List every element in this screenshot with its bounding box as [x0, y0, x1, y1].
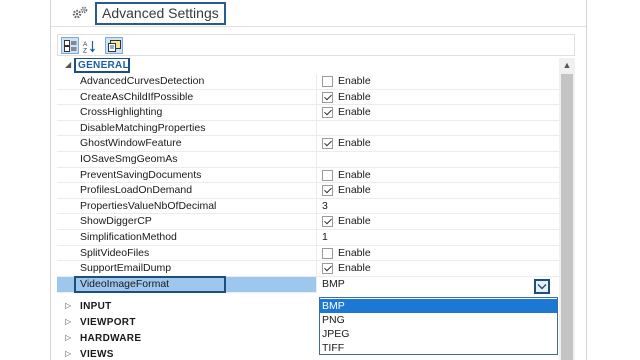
checkbox-label: Enable: [338, 262, 371, 275]
dropdown-option[interactable]: BMP: [320, 299, 557, 313]
property-row[interactable]: CrossHighlighting Enable: [57, 105, 559, 121]
enable-checkbox[interactable]: [322, 169, 333, 181]
category-label: GENERAL: [78, 60, 129, 71]
property-value[interactable]: 3: [322, 199, 328, 215]
svg-text:Z: Z: [83, 48, 87, 54]
property-name: CreateAsChildIfPossible: [80, 90, 194, 103]
expand-arrow-icon[interactable]: ▷: [65, 301, 71, 310]
property-name: PropertiesValueNbOfDecimal: [80, 199, 217, 212]
enable-checkbox[interactable]: [322, 91, 333, 103]
property-row[interactable]: AdvancedCurvesDetection Enable: [57, 74, 559, 90]
category-label: HARDWARE: [80, 333, 142, 344]
property-name: ShowDiggerCP: [80, 215, 152, 228]
dropdown-option[interactable]: TIFF: [320, 341, 557, 355]
enable-checkbox[interactable]: [322, 247, 333, 259]
categorized-view-button[interactable]: [61, 37, 79, 54]
gears-icon: [71, 6, 89, 20]
property-name: ProfilesLoadOnDemand: [80, 184, 193, 197]
checkbox-label: Enable: [338, 106, 371, 119]
dropdown-toggle-button[interactable]: [534, 279, 550, 294]
property-row[interactable]: ProfilesLoadOnDemand Enable: [57, 183, 559, 199]
expand-arrow-icon[interactable]: ▷: [65, 349, 71, 358]
scroll-thumb[interactable]: [561, 74, 573, 360]
property-name: SimplificationMethod: [80, 231, 177, 243]
enable-checkbox[interactable]: [322, 216, 333, 228]
checkbox-label: Enable: [338, 184, 371, 197]
checkbox-label: Enable: [338, 75, 371, 87]
window-title: Advanced Settings: [95, 2, 226, 25]
property-value[interactable]: BMP: [322, 277, 345, 293]
property-pages-icon: [108, 40, 121, 52]
checkbox-label: Enable: [338, 168, 371, 181]
dropdown-option[interactable]: PNG: [320, 313, 557, 327]
property-row[interactable]: ShowDiggerCP Enable: [57, 214, 559, 230]
property-name: SplitVideoFiles: [80, 246, 150, 259]
property-row[interactable]: GhostWindowFeature Enable: [57, 136, 559, 152]
checkbox-label: Enable: [338, 246, 371, 259]
checkbox-label: Enable: [338, 137, 371, 150]
category-label: INPUT: [80, 301, 112, 312]
enable-checkbox[interactable]: [322, 107, 333, 119]
property-value[interactable]: 1: [322, 230, 328, 246]
category-general[interactable]: ◢ GENERAL: [57, 58, 559, 74]
category-label: VIEWPORT: [80, 317, 136, 328]
property-row[interactable]: CreateAsChildIfPossible Enable: [57, 89, 559, 106]
vertical-scrollbar[interactable]: ▲: [559, 58, 575, 360]
alphabetical-sort-button[interactable]: A Z: [80, 37, 98, 54]
enable-checkbox[interactable]: [322, 185, 333, 197]
property-row-videoimageformat[interactable]: VideoImageFormat BMP: [57, 276, 559, 293]
property-name: DisableMatchingProperties: [80, 121, 206, 134]
scroll-up-icon[interactable]: ▲: [559, 58, 575, 73]
property-name: PreventSavingDocuments: [80, 168, 202, 181]
dropdown-option[interactable]: JPEG: [320, 327, 557, 341]
image-format-dropdown: BMP PNG JPEG TIFF: [319, 297, 558, 355]
collapse-arrow-icon[interactable]: ◢: [65, 60, 71, 69]
property-row[interactable]: IOSaveSmgGeomAs: [57, 152, 559, 168]
property-row[interactable]: SplitVideoFiles Enable: [57, 245, 559, 262]
property-name: AdvancedCurvesDetection: [80, 75, 205, 87]
property-name: VideoImageFormat: [80, 278, 170, 290]
property-row[interactable]: PropertiesValueNbOfDecimal 3: [57, 198, 559, 215]
property-row[interactable]: SimplificationMethod 1: [57, 230, 559, 246]
property-name: CrossHighlighting: [80, 106, 163, 119]
enable-checkbox[interactable]: [322, 138, 333, 150]
property-row[interactable]: SupportEmailDump Enable: [57, 261, 559, 277]
toolbar: A Z: [57, 34, 575, 56]
category-label: VIEWS: [80, 349, 114, 360]
sort-az-icon: A Z: [83, 41, 95, 54]
property-name: SupportEmailDump: [80, 262, 172, 275]
expand-arrow-icon[interactable]: ▷: [65, 317, 71, 326]
property-name: IOSaveSmgGeomAs: [80, 153, 178, 165]
categorized-icon: [64, 40, 77, 52]
checkbox-label: Enable: [338, 90, 371, 103]
checkbox-label: Enable: [338, 215, 371, 228]
chevron-down-icon: [537, 284, 547, 290]
expand-arrow-icon[interactable]: ▷: [65, 333, 71, 342]
property-row[interactable]: PreventSavingDocuments Enable: [57, 167, 559, 184]
property-pages-button[interactable]: [105, 37, 123, 54]
title-bar: Advanced Settings: [51, 0, 586, 27]
enable-checkbox[interactable]: [322, 263, 333, 275]
property-name: GhostWindowFeature: [80, 137, 182, 150]
property-row[interactable]: DisableMatchingProperties: [57, 120, 559, 137]
enable-checkbox[interactable]: [322, 76, 333, 87]
